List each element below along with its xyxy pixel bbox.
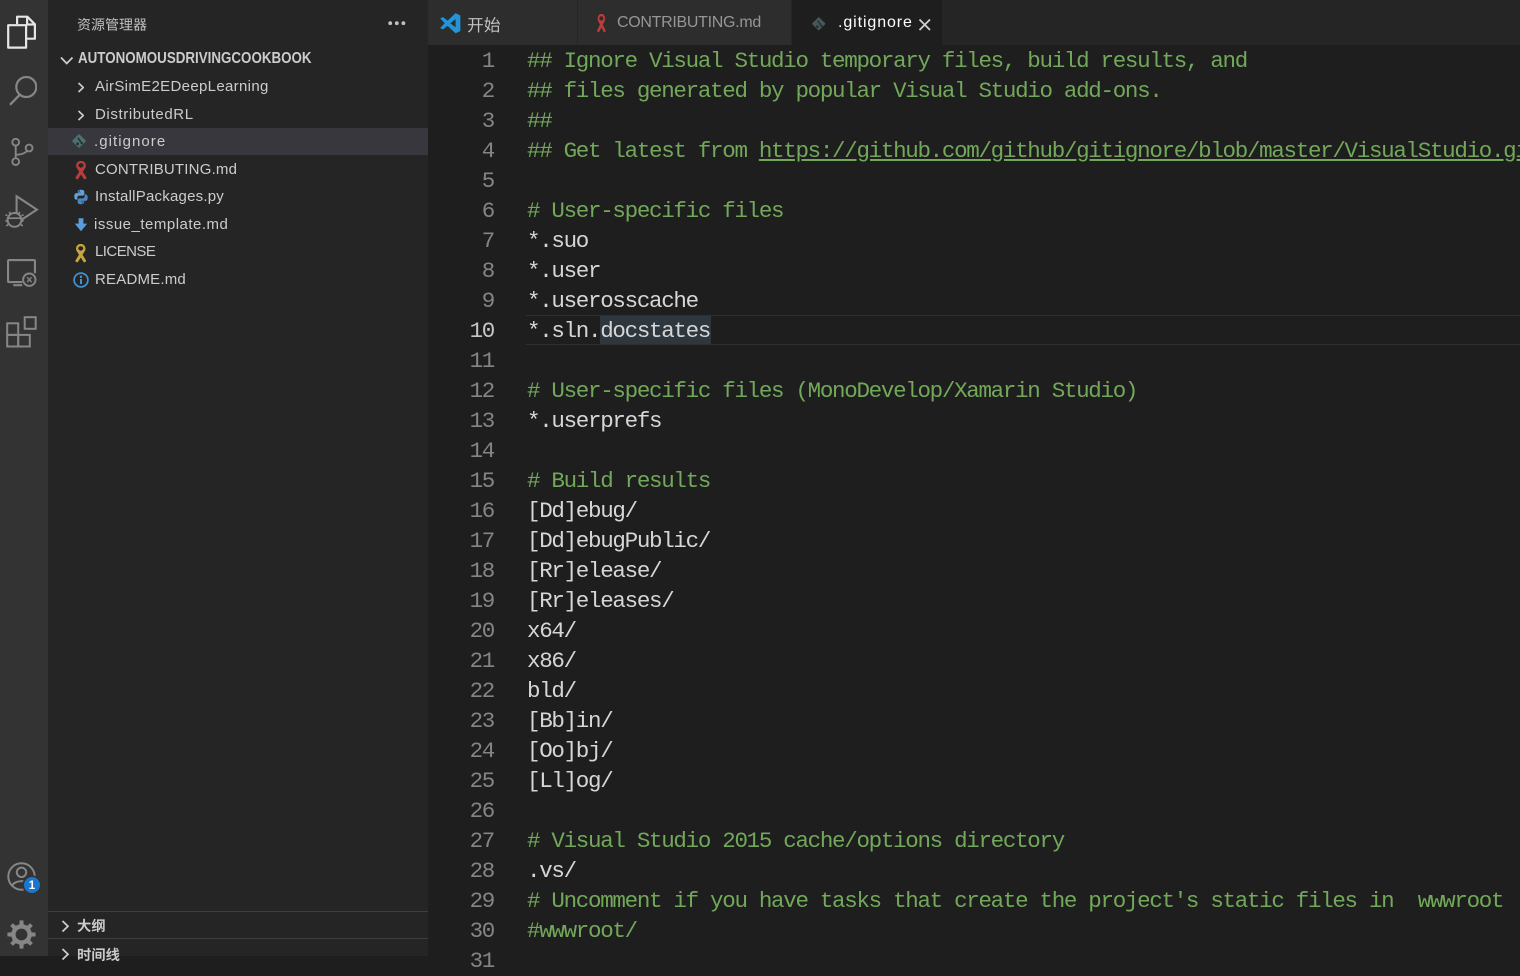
svg-text:1: 1 bbox=[29, 880, 36, 892]
